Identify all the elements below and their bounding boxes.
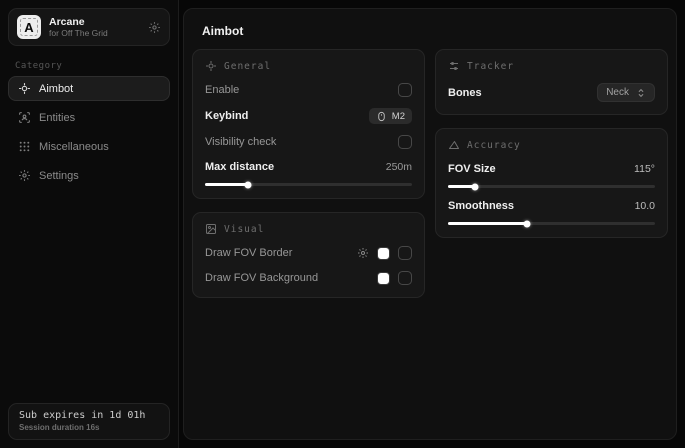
sidebar-item-settings[interactable]: Settings [8,163,170,188]
category-label: Category [15,61,178,71]
crosshair-icon [18,82,31,95]
bones-select[interactable]: Neck [597,83,655,102]
smoothness-row: Smoothness 10.0 [448,199,655,213]
visibility-check-row: Visibility check [205,135,412,149]
fov-size-row: FOV Size 115° [448,162,655,176]
panel-title: Tracker [467,61,514,72]
tracker-panel: Tracker Bones Neck [435,49,668,115]
sidebar: A Arcane for Off The Grid Category Aimbo… [0,0,179,448]
max-distance-row: Max distance 250m [205,160,412,174]
app-name: Arcane [49,16,140,28]
bones-label: Bones [448,87,482,99]
draw-fov-border-row: Draw FOV Border [205,246,412,260]
chevrons-up-down-icon [636,88,646,98]
enable-row: Enable [205,83,412,97]
slider-thumb[interactable] [523,220,530,227]
triangle-icon [448,139,460,151]
draw-fov-border-checkbox[interactable] [398,246,412,260]
panel-title: Accuracy [467,140,521,151]
gear-icon[interactable] [357,247,369,259]
keybind-value: M2 [392,111,405,122]
draw-fov-border-label: Draw FOV Border [205,247,292,259]
smoothness-value: 10.0 [635,200,655,212]
fov-background-color-swatch[interactable] [377,272,390,285]
smoothness-slider[interactable] [448,222,655,225]
gear-icon[interactable] [148,21,161,34]
max-distance-value: 250m [386,161,412,173]
session-duration-text: Session duration 16s [19,423,159,432]
main-content: Aimbot General Enable [183,8,677,440]
subscription-status-card: Sub expires in 1d 01h Session duration 1… [8,403,170,440]
sliders-icon [448,60,460,72]
max-distance-slider[interactable] [205,183,412,186]
gear-icon [18,169,31,182]
visibility-check-checkbox[interactable] [398,135,412,149]
max-distance-label: Max distance [205,161,274,173]
sidebar-item-aimbot[interactable]: Aimbot [8,76,170,101]
visibility-check-label: Visibility check [205,136,276,148]
slider-thumb[interactable] [245,181,252,188]
fov-border-color-swatch[interactable] [377,247,390,260]
app-subtitle: for Off The Grid [49,29,140,39]
mouse-icon [376,111,387,122]
visual-panel: Visual Draw FOV Border [192,212,425,298]
bones-selected-value: Neck [606,87,629,98]
page-title: Aimbot [184,9,676,49]
draw-fov-background-row: Draw FOV Background [205,271,412,285]
brand-card: A Arcane for Off The Grid [8,8,170,46]
sidebar-item-label: Aimbot [39,83,73,95]
general-panel: General Enable Keybind [192,49,425,199]
draw-fov-background-checkbox[interactable] [398,271,412,285]
fov-size-label: FOV Size [448,163,496,175]
brand-text: Arcane for Off The Grid [49,16,140,39]
fov-size-slider[interactable] [448,185,655,188]
smoothness-label: Smoothness [448,200,514,212]
app-logo: A [17,15,41,39]
slider-thumb[interactable] [471,183,478,190]
sidebar-item-label: Entities [39,112,75,124]
sidebar-item-miscellaneous[interactable]: Miscellaneous [8,134,170,159]
enable-label: Enable [205,84,239,96]
keybind-label: Keybind [205,110,248,122]
accuracy-panel: Accuracy FOV Size 115° Smoothness 10.0 [435,128,668,238]
person-scan-icon [18,111,31,124]
sidebar-nav: Aimbot Entities Miscellaneous [0,76,178,188]
keybind-button[interactable]: M2 [369,108,412,124]
sidebar-item-label: Miscellaneous [39,141,109,153]
fov-size-value: 115° [634,163,655,175]
image-icon [205,223,217,235]
grip-dots-icon [18,140,31,153]
sidebar-item-entities[interactable]: Entities [8,105,170,130]
sidebar-item-label: Settings [39,170,79,182]
panel-title: Visual [224,224,264,235]
keybind-row: Keybind M2 [205,108,412,124]
bones-row: Bones Neck [448,83,655,102]
sub-expires-text: Sub expires in 1d 01h [19,410,159,421]
enable-checkbox[interactable] [398,83,412,97]
crosshair-icon [205,60,217,72]
panel-title: General [224,61,271,72]
draw-fov-background-label: Draw FOV Background [205,272,318,284]
